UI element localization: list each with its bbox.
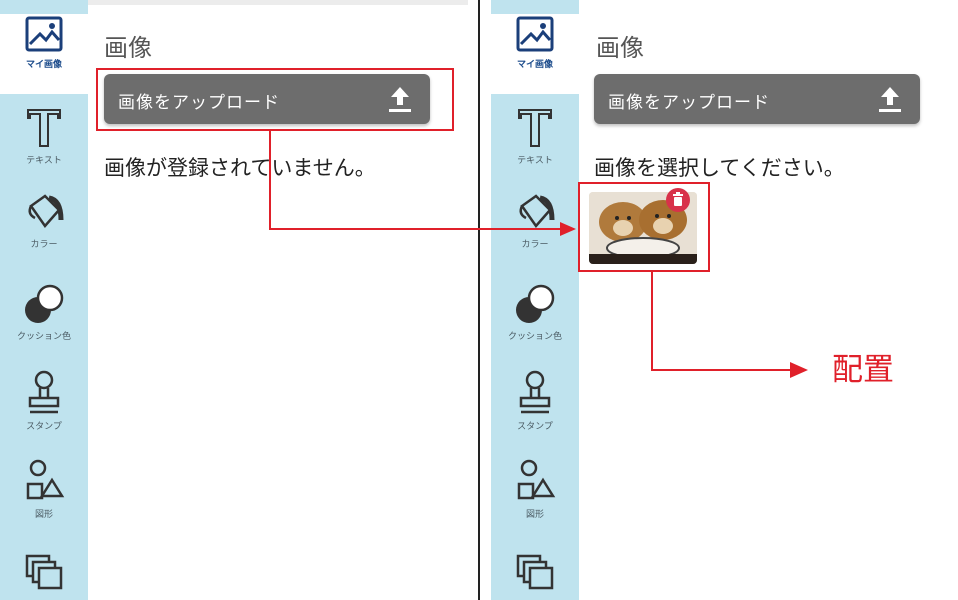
arrowhead: [560, 222, 576, 236]
upload-to-thumbnail-arrow: [269, 131, 564, 230]
thumbnail-to-place-arrow: [651, 272, 790, 371]
place-annotation-label: 配置: [832, 352, 894, 388]
arrowhead: [790, 362, 808, 378]
flow-arrows: [269, 131, 808, 378]
